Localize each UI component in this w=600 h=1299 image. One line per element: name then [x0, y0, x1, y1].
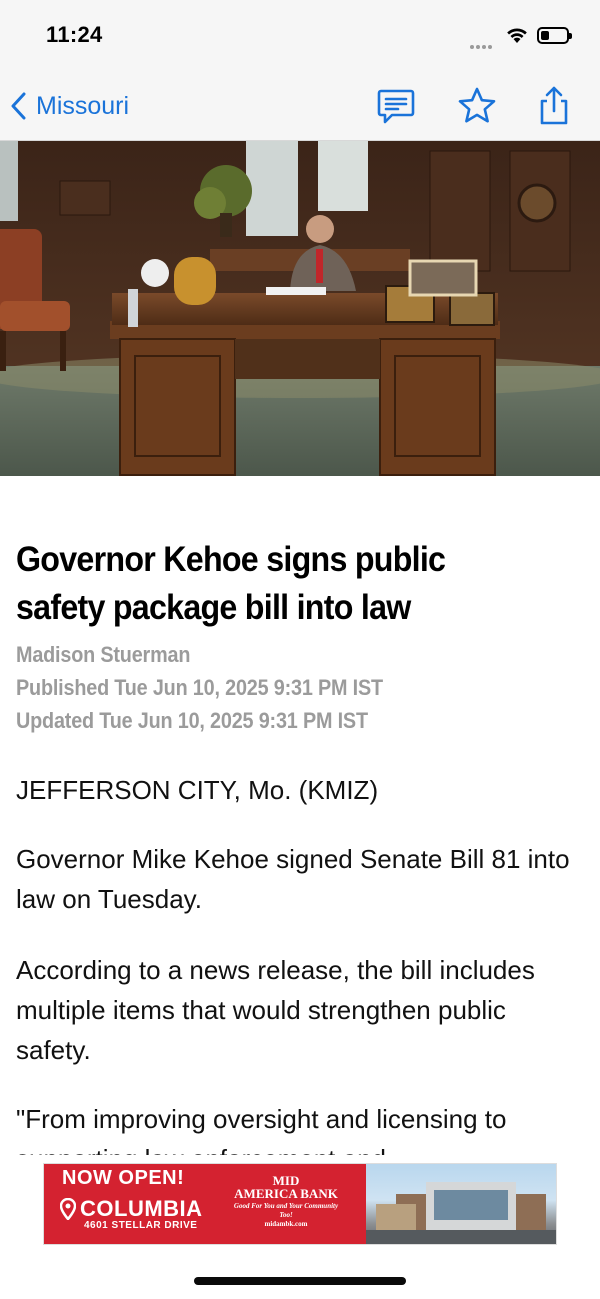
back-button-label: Missouri	[36, 91, 130, 120]
chevron-left-icon	[11, 92, 26, 120]
status-bar: 11:24	[0, 0, 600, 70]
signal-dots-icon	[470, 36, 494, 54]
ad-bank-name-line2: AMERICA BANK	[234, 1186, 338, 1201]
wifi-icon	[507, 28, 527, 43]
comment-icon[interactable]	[376, 86, 416, 126]
back-button[interactable]: Missouri	[10, 88, 129, 124]
article-author[interactable]: Madison Stuerman	[16, 642, 520, 668]
article-paragraph: According to a news release, the bill in…	[16, 955, 535, 1065]
ad-headline: NOW OPEN!	[62, 1167, 185, 1189]
article-hero-image	[0, 141, 600, 476]
ad-building-image	[366, 1164, 556, 1244]
article-paragraph: "From improving oversight and licensing …	[16, 1104, 507, 1155]
article-paragraph: JEFFERSON CITY, Mo. (KMIZ)	[16, 775, 379, 805]
article-updated-date: Updated Tue Jun 10, 2025 9:31 PM IST	[16, 708, 368, 733]
share-icon[interactable]	[534, 86, 574, 126]
ad-bank-tagline: Good For You and Your Community Too!	[233, 1202, 339, 1219]
article-headline: Governor Kehoe signs public safety packa…	[16, 540, 446, 627]
ad-city: COLUMBIA	[80, 1196, 203, 1221]
article-published-date: Published Tue Jun 10, 2025 9:31 PM IST	[16, 675, 383, 700]
location-pin-icon	[60, 1198, 76, 1220]
ad-text-panel: NOW OPEN! COLUMBIA 4601 STELLAR DRIVE MI…	[44, 1164, 366, 1244]
ad-banner[interactable]: NOW OPEN! COLUMBIA 4601 STELLAR DRIVE MI…	[44, 1164, 556, 1244]
ad-address: 4601 STELLAR DRIVE	[84, 1220, 198, 1231]
ad-bank-logo: MID AMERICA BANK Good For You and Your C…	[230, 1174, 342, 1229]
battery-icon	[537, 27, 572, 44]
star-icon[interactable]	[457, 86, 497, 126]
status-time: 11:24	[46, 22, 103, 47]
home-indicator[interactable]	[194, 1277, 406, 1285]
article-paragraph: Governor Mike Kehoe signed Senate Bill 8…	[16, 844, 570, 914]
ad-bank-url: midambk.com	[264, 1220, 308, 1228]
nav-bar: Missouri	[0, 70, 600, 141]
